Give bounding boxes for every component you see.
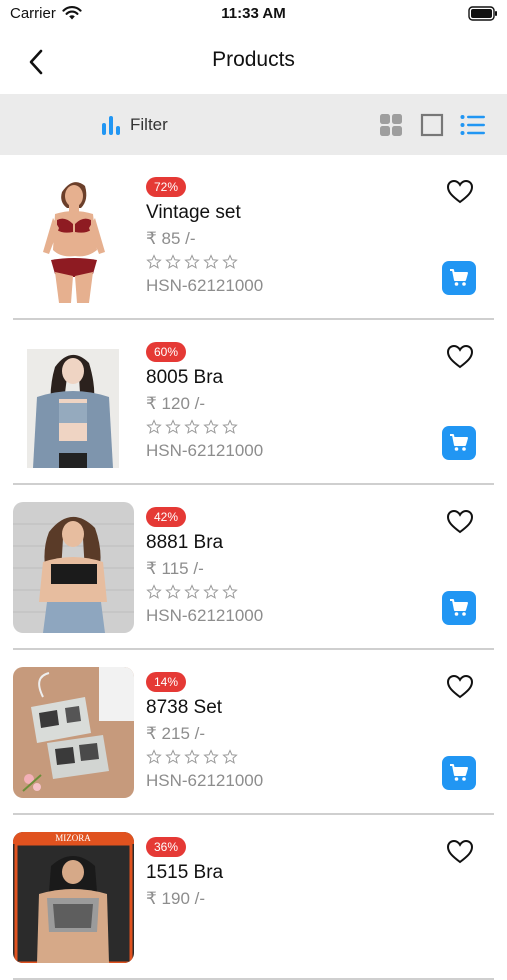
star-outline-icon	[222, 749, 238, 764]
star-outline-icon	[165, 254, 181, 269]
discount-badge: 36%	[146, 837, 187, 857]
star-outline-icon	[165, 419, 181, 434]
star-outline-icon	[184, 419, 200, 434]
star-rating	[146, 584, 238, 600]
product-name[interactable]: Vintage set	[146, 202, 241, 224]
add-to-cart-button[interactable]	[442, 756, 476, 790]
add-to-cart-button[interactable]	[442, 591, 476, 625]
star-outline-icon	[165, 584, 181, 599]
star-outline-icon	[203, 584, 219, 599]
product-list-item[interactable]: MIZORA 36% 1515 Bra ₹ 190 /-	[0, 815, 507, 980]
product-image[interactable]: MIZORA	[13, 832, 134, 963]
product-image[interactable]	[13, 337, 134, 468]
cart-icon	[450, 434, 468, 451]
hsn-code: HSN-62121000	[146, 441, 264, 460]
star-outline-icon	[146, 749, 162, 764]
star-outline-icon	[146, 254, 162, 269]
star-outline-icon	[146, 584, 162, 599]
star-outline-icon	[184, 749, 200, 764]
hsn-code: HSN-62121000	[146, 771, 264, 790]
back-button[interactable]	[16, 42, 56, 82]
grid-view-icon	[380, 114, 402, 136]
wishlist-button[interactable]	[446, 344, 474, 370]
filter-label: Filter	[130, 115, 168, 134]
discount-badge: 14%	[146, 672, 187, 692]
product-price: ₹ 215 /-	[146, 724, 206, 743]
product-image[interactable]	[13, 502, 134, 633]
wishlist-button[interactable]	[446, 674, 474, 700]
star-outline-icon	[222, 419, 238, 434]
status-time: 11:33 AM	[221, 5, 286, 22]
product-name[interactable]: 8738 Set	[146, 697, 222, 719]
product-price: ₹ 120 /-	[146, 394, 206, 413]
product-price: ₹ 115 /-	[146, 559, 204, 578]
product-price: ₹ 190 /-	[146, 889, 206, 908]
hsn-code: HSN-62121000	[146, 276, 264, 295]
page-title: Products	[212, 48, 295, 71]
single-view-button[interactable]	[419, 112, 445, 138]
star-rating	[146, 749, 238, 765]
wishlist-button[interactable]	[446, 509, 474, 535]
star-rating	[146, 254, 238, 270]
star-outline-icon	[222, 254, 238, 269]
star-outline-icon	[222, 584, 238, 599]
brand-watermark: MIZORA	[55, 833, 91, 843]
status-bar: Carrier 11:33 AM	[0, 0, 507, 30]
heart-icon	[446, 674, 474, 699]
heart-icon	[446, 179, 474, 204]
discount-badge: 60%	[146, 342, 187, 362]
product-image[interactable]	[13, 667, 134, 798]
add-to-cart-button[interactable]	[442, 261, 476, 295]
add-to-cart-button[interactable]	[442, 426, 476, 460]
product-name[interactable]: 8005 Bra	[146, 367, 223, 389]
star-outline-icon	[203, 254, 219, 269]
chevron-left-icon	[29, 49, 43, 75]
wishlist-button[interactable]	[446, 839, 474, 865]
heart-icon	[446, 509, 474, 534]
discount-badge: 72%	[146, 177, 187, 197]
star-outline-icon	[146, 419, 162, 434]
toolbar: Filter	[0, 94, 507, 155]
product-name[interactable]: 8881 Bra	[146, 532, 223, 554]
product-list-item[interactable]: 72% Vintage set ₹ 85 /- HSN-62121000	[0, 155, 507, 320]
grid-view-button[interactable]	[378, 112, 404, 138]
cart-icon	[450, 599, 468, 616]
filter-button[interactable]: Filter	[100, 112, 168, 138]
star-outline-icon	[203, 749, 219, 764]
discount-badge: 42%	[146, 507, 187, 527]
heart-icon	[446, 344, 474, 369]
cart-icon	[450, 764, 468, 781]
star-outline-icon	[184, 254, 200, 269]
cart-icon	[450, 269, 468, 286]
product-list-item[interactable]: 14% 8738 Set ₹ 215 /- HSN-62121000	[0, 650, 507, 815]
bar-chart-icon	[102, 116, 120, 135]
product-image[interactable]	[13, 172, 134, 303]
wishlist-button[interactable]	[446, 179, 474, 205]
star-outline-icon	[203, 419, 219, 434]
heart-icon	[446, 839, 474, 864]
product-list-item[interactable]: 60% 8005 Bra ₹ 120 /- HSN-62121000	[0, 320, 507, 485]
product-list: 72% Vintage set ₹ 85 /- HSN-62121000 60%…	[0, 155, 507, 980]
hsn-code: HSN-62121000	[146, 606, 264, 625]
product-name[interactable]: 1515 Bra	[146, 862, 223, 884]
list-view-button[interactable]	[460, 112, 486, 138]
product-list-item[interactable]: 42% 8881 Bra ₹ 115 /- HSN-62121000	[0, 485, 507, 650]
star-outline-icon	[165, 749, 181, 764]
product-price: ₹ 85 /-	[146, 229, 196, 248]
star-outline-icon	[184, 584, 200, 599]
single-view-icon	[420, 113, 444, 137]
list-view-icon	[460, 115, 485, 135]
battery-icon	[468, 6, 497, 21]
star-rating	[146, 419, 238, 435]
nav-bar: Products	[0, 30, 507, 94]
